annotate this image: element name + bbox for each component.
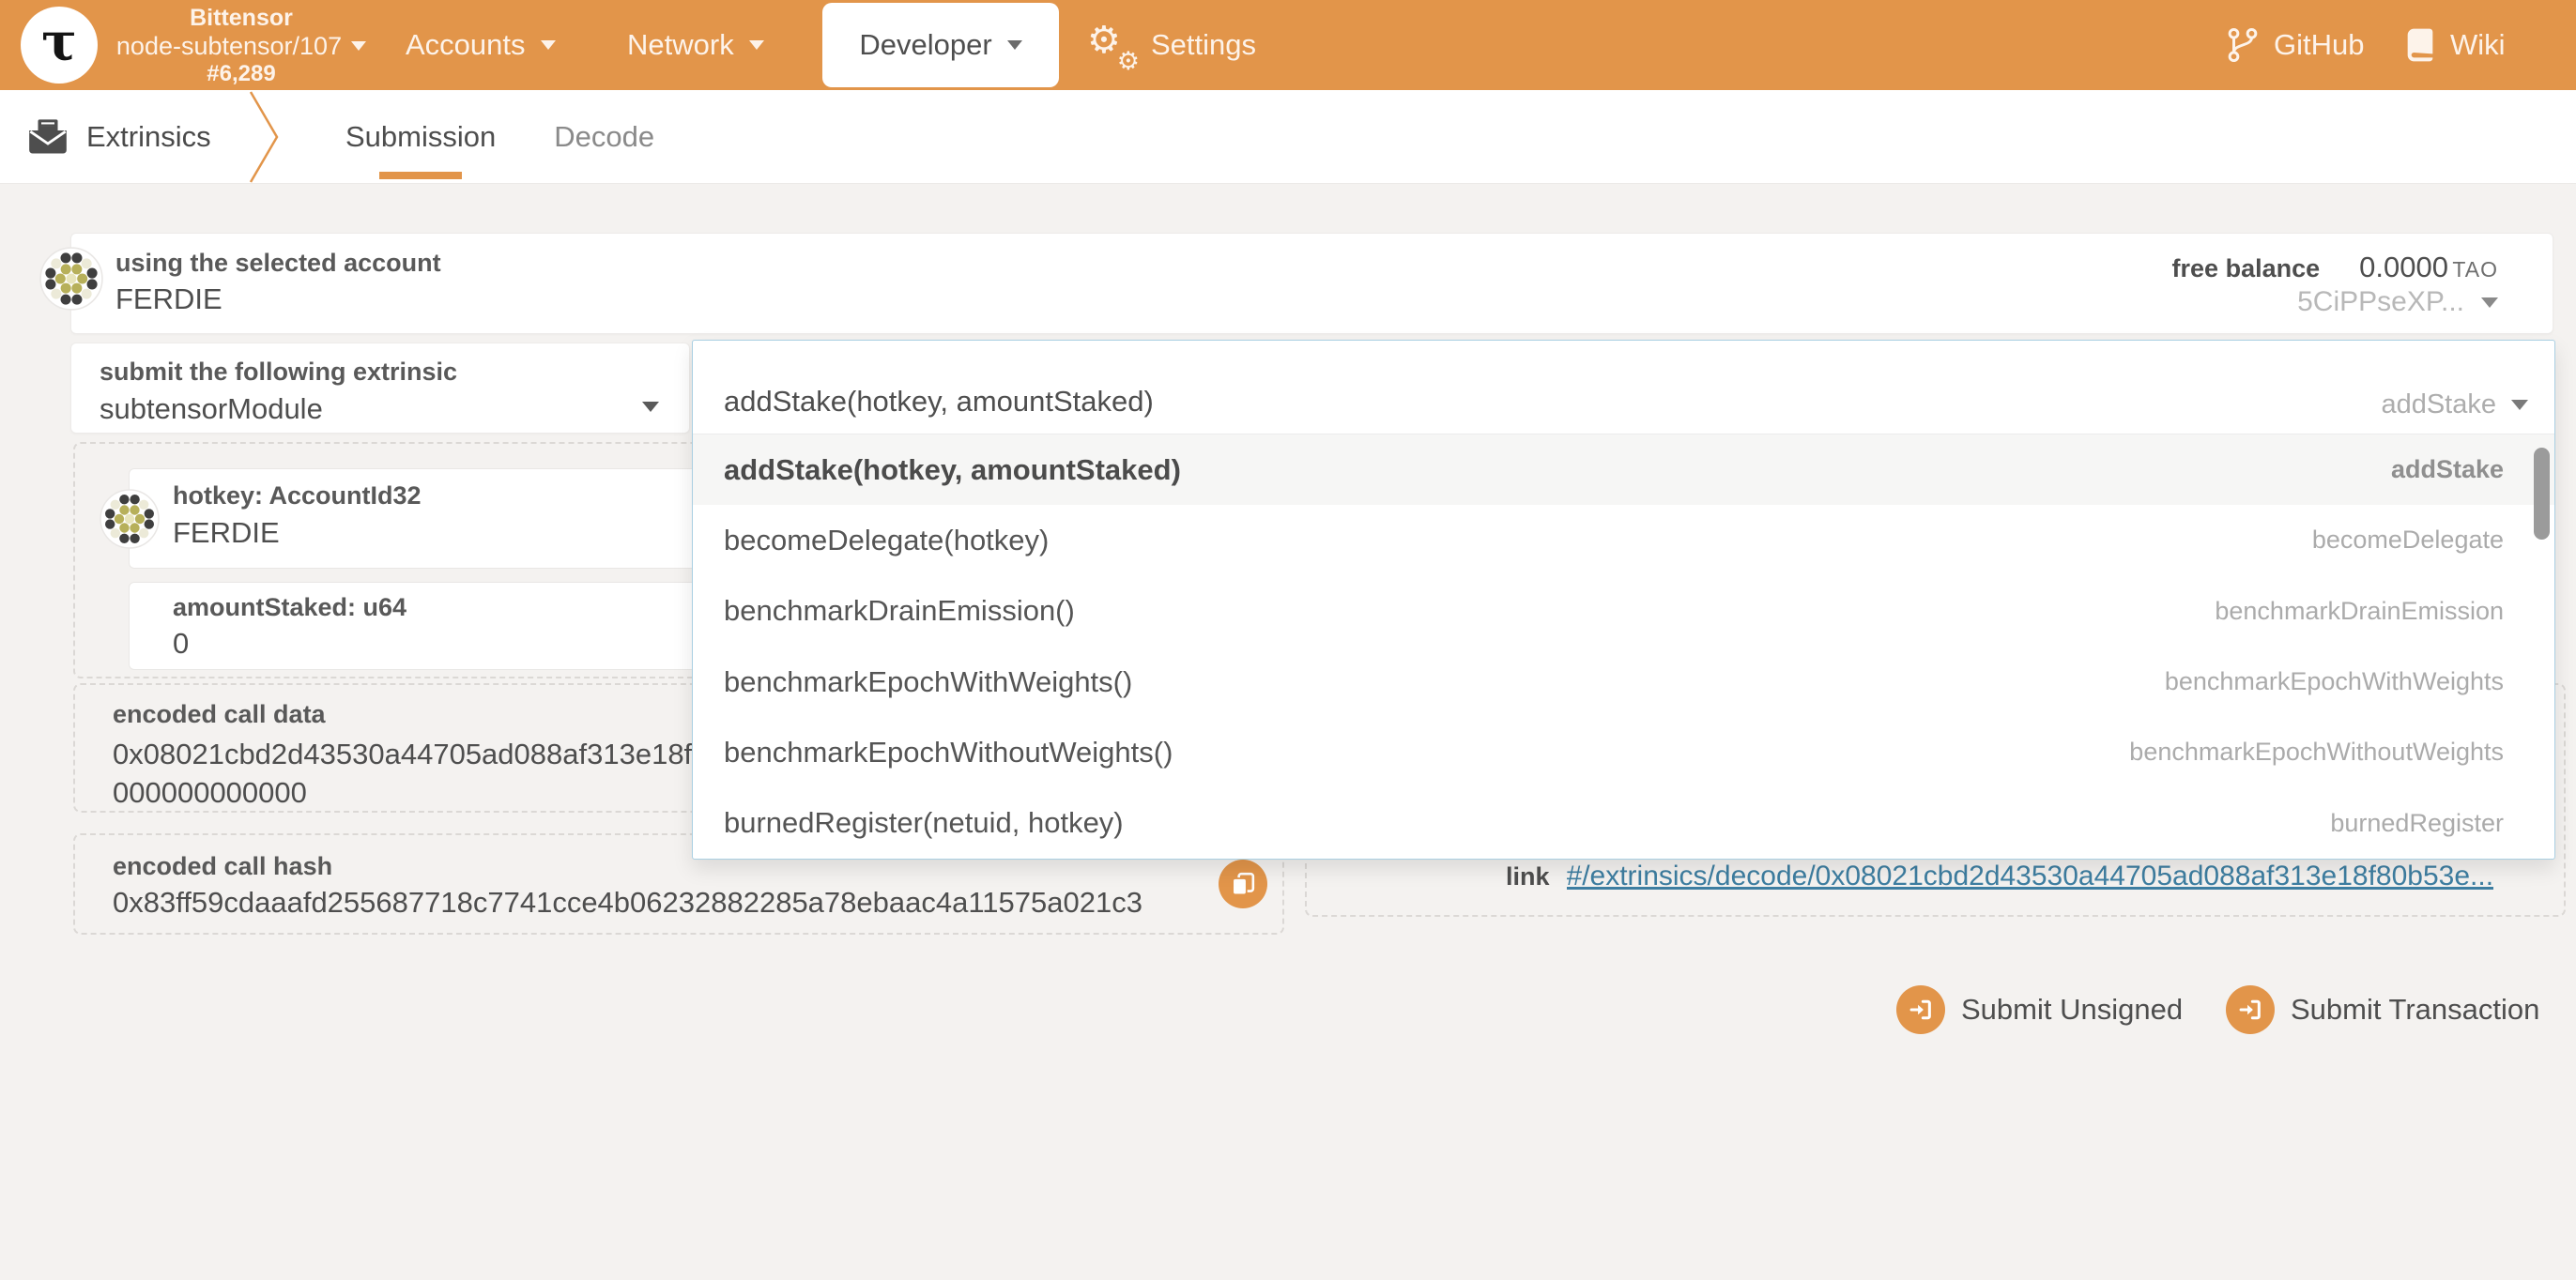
account-address-selector[interactable]: 5CiPPseXP... — [2297, 286, 2498, 318]
chevron-down-icon — [642, 402, 659, 412]
chevron-down-icon — [2481, 297, 2498, 308]
screen: τ Bittensor node-subtensor/107 #6,289 Ac… — [0, 0, 2576, 1280]
wiki-link[interactable]: Wiki — [2405, 0, 2506, 90]
chevron-down-icon — [749, 40, 764, 50]
tau-logo-icon: τ — [41, 16, 77, 69]
github-link[interactable]: GitHub — [2227, 0, 2364, 90]
topbar: τ Bittensor node-subtensor/107 #6,289 Ac… — [0, 0, 2576, 90]
encoded-call-hash-label: encoded call hash — [113, 852, 332, 881]
sign-in-icon — [2226, 985, 2275, 1034]
submit-unsigned-label: Submit Unsigned — [1961, 993, 2183, 1027]
tab-decode[interactable]: Decode — [554, 90, 654, 184]
param-amount-value: 0 — [173, 627, 189, 661]
menu-scrollbar-thumb[interactable] — [2534, 448, 2550, 540]
submit-transaction-button[interactable]: Submit Transaction — [2226, 985, 2539, 1034]
submit-unsigned-button[interactable]: Submit Unsigned — [1896, 985, 2183, 1034]
param-identicon — [100, 489, 160, 549]
param-hotkey-label: hotkey: AccountId32 — [173, 481, 422, 510]
method-dropdown: addStake(hotkey, amountStaked) addStake … — [692, 340, 2555, 860]
chevron-down-icon — [541, 40, 556, 50]
method-selected-text: addStake(hotkey, amountStaked) — [724, 385, 1154, 419]
encoded-call-hash-value: 0x83ff59cdaaafd255687718c7741cce4b062328… — [113, 886, 1202, 920]
param-amount-label: amountStaked: u64 — [173, 593, 406, 622]
module-select-label: submit the following extrinsic — [100, 358, 457, 387]
link-label: link — [1506, 862, 1550, 891]
submit-transaction-label: Submit Transaction — [2291, 993, 2539, 1027]
tab-submission[interactable]: Submission — [345, 90, 496, 184]
book-icon — [2405, 27, 2435, 63]
module-select[interactable]: submit the following extrinsic subtensor… — [70, 343, 690, 434]
tabbar: Extrinsics Submission Decode — [0, 90, 2576, 184]
decode-link[interactable]: #/extrinsics/decode/0x08021cbd2d43530a44… — [1567, 861, 2494, 892]
block-number: #6,289 — [105, 61, 377, 87]
menu-item-benchmarkDrainEmission[interactable]: benchmarkDrainEmission() benchmarkDrainE… — [693, 576, 2554, 647]
chevron-down-icon — [1007, 40, 1022, 50]
free-balance: free balance 0.0000 TAO — [2172, 251, 2498, 284]
method-selected-name: addStake — [2381, 389, 2496, 420]
sign-in-icon — [1896, 985, 1945, 1034]
node-version: node-subtensor/107 — [116, 32, 342, 61]
chevron-down-icon — [351, 41, 366, 51]
account-card[interactable]: using the selected account FERDIE free b… — [70, 233, 2553, 334]
nav-item-settings[interactable]: ⚙ ⚙ Settings — [1087, 0, 1256, 90]
menu-item-burnedRegister[interactable]: burnedRegister(netuid, hotkey) burnedReg… — [693, 788, 2554, 859]
code-branch-icon — [2227, 27, 2259, 63]
menu-item-addStake[interactable]: addStake(hotkey, amountStaked) addStake — [693, 434, 2554, 505]
copy-button[interactable] — [1219, 860, 1267, 908]
method-menu: addStake(hotkey, amountStaked) addStake … — [693, 434, 2554, 859]
account-identicon — [39, 247, 103, 311]
method-select-input[interactable]: addStake(hotkey, amountStaked) addStake — [693, 341, 2554, 434]
chain-name: Bittensor — [105, 5, 377, 32]
module-select-value: subtensorModule — [100, 392, 323, 426]
link-row: link #/extrinsics/decode/0x08021cbd2d435… — [1506, 861, 2526, 892]
nav-item-accounts[interactable]: Accounts — [406, 0, 556, 90]
chevron-down-icon — [2511, 400, 2528, 410]
account-name: FERDIE — [115, 282, 222, 316]
extrinsics-section-title: Extrinsics — [28, 90, 211, 184]
param-hotkey-value: FERDIE — [173, 516, 280, 550]
tabs: Submission Decode — [345, 90, 654, 184]
section-chevron-icon — [248, 90, 285, 184]
menu-item-becomeDelegate[interactable]: becomeDelegate(hotkey) becomeDelegate — [693, 505, 2554, 575]
free-balance-value: 0.0000 — [2359, 251, 2448, 283]
nav-item-network[interactable]: Network — [627, 0, 764, 90]
app-logo[interactable]: τ — [21, 7, 98, 84]
mail-icon — [28, 119, 68, 155]
account-label: using the selected account — [115, 249, 441, 278]
menu-item-benchmarkEpochWithoutWeights[interactable]: benchmarkEpochWithoutWeights() benchmark… — [693, 717, 2554, 787]
brand[interactable]: Bittensor node-subtensor/107 #6,289 — [105, 5, 377, 86]
free-balance-label: free balance — [2172, 254, 2321, 283]
nav-item-developer[interactable]: Developer — [822, 3, 1059, 87]
balance-unit: TAO — [2452, 257, 2498, 282]
account-address: 5CiPPseXP... — [2297, 286, 2464, 318]
encoded-call-data-label: encoded call data — [113, 700, 326, 729]
copy-icon — [1231, 872, 1255, 896]
gears-icon: ⚙ ⚙ — [1087, 22, 1138, 69]
menu-item-benchmarkEpochWithWeights[interactable]: benchmarkEpochWithWeights() benchmarkEpo… — [693, 647, 2554, 717]
